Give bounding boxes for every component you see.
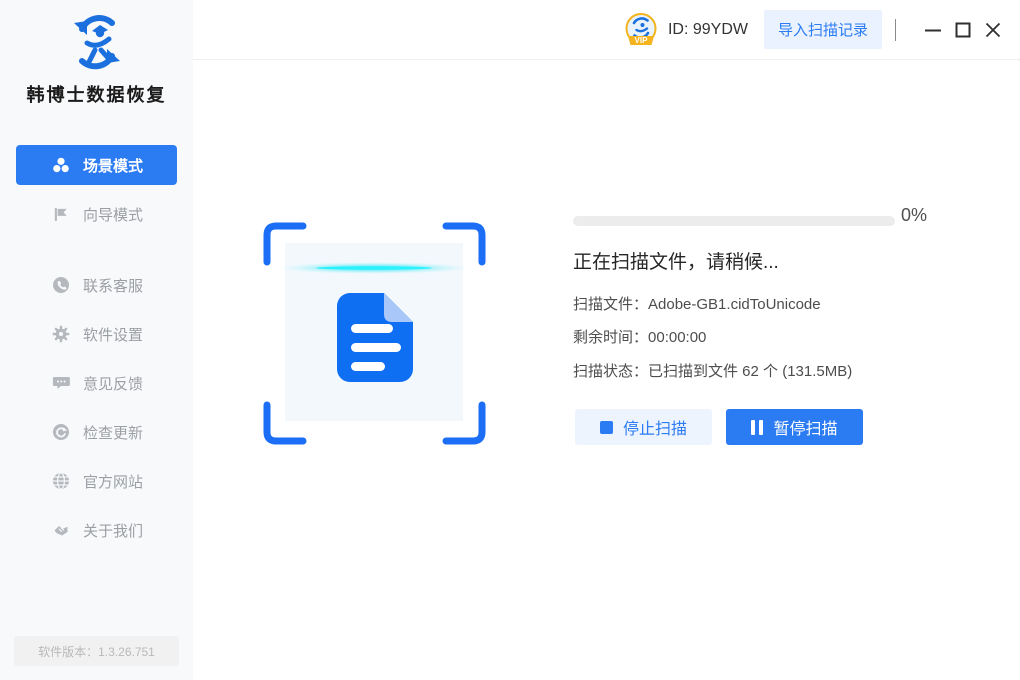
sidebar-item-label: 联系客服 [83, 275, 143, 296]
vip-badge-label: VIP [635, 36, 649, 45]
sidebar-item-label: 官方网站 [83, 471, 143, 492]
sidebar-item-check-updates[interactable]: 检查更新 [16, 412, 177, 452]
sidebar-item-about-us[interactable]: 关于我们 [16, 510, 177, 550]
sidebar: 韩博士数据恢复 场景模式 向导模式 联系客服 [0, 0, 193, 680]
vip-avatar[interactable]: VIP [622, 11, 660, 49]
sidebar-item-label: 场景模式 [83, 155, 143, 176]
app-window: 韩博士数据恢复 场景模式 向导模式 联系客服 [0, 0, 1020, 680]
remaining-time-label: 剩余时间： [573, 329, 648, 346]
brand-name: 韩博士数据恢复 [0, 81, 193, 107]
scene-mode-icon [51, 156, 70, 174]
update-refresh-icon [51, 423, 70, 441]
minimize-icon [924, 21, 942, 39]
scan-file-line: 扫描文件：Adobe-GB1.cidToUnicode [573, 293, 821, 314]
remaining-time-line: 剩余时间：00:00:00 [573, 326, 706, 347]
minimize-button[interactable] [922, 17, 944, 43]
sidebar-item-scene-mode[interactable]: 场景模式 [16, 145, 177, 185]
stop-icon [600, 421, 613, 434]
scan-action-buttons: 停止扫描 暂停扫描 [575, 409, 863, 445]
nav-group-gap [0, 243, 193, 265]
stop-scan-label: 停止扫描 [623, 415, 687, 439]
scan-file-value: Adobe-GB1.cidToUnicode [648, 296, 821, 313]
close-icon [985, 22, 1001, 38]
titlebar-divider [895, 19, 896, 41]
scan-progress-bar [573, 216, 895, 226]
sidebar-item-official-website[interactable]: 官方网站 [16, 461, 177, 501]
sidebar-item-label: 软件设置 [83, 324, 143, 345]
phone-icon [51, 276, 70, 294]
flag-icon [51, 206, 70, 223]
sidebar-item-label: 检查更新 [83, 422, 143, 443]
scan-state-label: 扫描状态： [573, 363, 648, 380]
window-controls [914, 17, 1004, 43]
scan-file-label: 扫描文件： [573, 296, 648, 313]
gear-icon [51, 325, 70, 343]
maximize-icon [955, 22, 971, 38]
sidebar-item-label: 意见反馈 [83, 373, 143, 394]
sidebar-item-feedback[interactable]: 意见反馈 [16, 363, 177, 403]
scan-state-value: 已扫描到文件 62 个 (131.5MB) [648, 363, 852, 380]
user-id-label: ID: 99YDW [668, 21, 748, 39]
scan-progress-percent: 0% [901, 205, 927, 226]
maximize-button[interactable] [952, 17, 974, 43]
app-logo: 韩博士数据恢复 [0, 0, 193, 107]
sidebar-item-label: 关于我们 [83, 520, 143, 541]
sidebar-item-settings[interactable]: 软件设置 [16, 314, 177, 354]
scan-line [316, 266, 432, 270]
stop-scan-button[interactable]: 停止扫描 [575, 409, 712, 445]
pause-scan-button[interactable]: 暂停扫描 [726, 409, 863, 445]
scan-state-line: 扫描状态：已扫描到文件 62 个 (131.5MB) [573, 360, 852, 381]
version-badge: 软件版本：1.3.26.751 [14, 636, 179, 666]
main-content: 0% 正在扫描文件，请稍候... 扫描文件：Adobe-GB1.cidToUni… [193, 61, 1020, 680]
sidebar-item-wizard-mode[interactable]: 向导模式 [16, 194, 177, 234]
globe-icon [51, 472, 70, 490]
titlebar: VIP ID: 99YDW 导入扫描记录 [193, 0, 1020, 60]
sidebar-nav: 场景模式 向导模式 联系客服 [0, 145, 193, 550]
pause-scan-label: 暂停扫描 [773, 415, 837, 439]
sidebar-item-contact-support[interactable]: 联系客服 [16, 265, 177, 305]
import-scan-records-button[interactable]: 导入扫描记录 [764, 10, 882, 49]
scan-animation [263, 222, 486, 445]
close-button[interactable] [982, 17, 1004, 43]
sidebar-item-label: 向导模式 [83, 204, 143, 225]
handshake-icon [51, 521, 70, 539]
scan-status-heading: 正在扫描文件，请稍候... [573, 247, 779, 274]
remaining-time-value: 00:00:00 [648, 329, 706, 346]
document-icon [337, 293, 413, 382]
recovery-logo-icon [60, 12, 134, 72]
pause-icon [751, 420, 763, 435]
feedback-bubble-icon [51, 374, 70, 392]
